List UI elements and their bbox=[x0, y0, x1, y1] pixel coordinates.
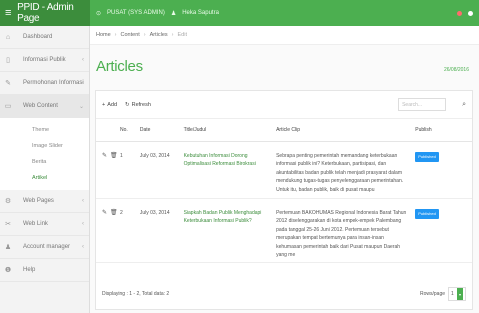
file-icon: ▯ bbox=[6, 57, 10, 64]
edit-icon[interactable]: ✎ bbox=[102, 209, 107, 218]
sidebar-item-label: Account manager bbox=[23, 244, 71, 250]
cell-no: 2 bbox=[119, 198, 140, 263]
web-content-submenu: Theme Image Slider Berita Artikel bbox=[0, 118, 89, 190]
sidebar-item-label: Help bbox=[23, 267, 36, 273]
sidebar-item-permohonan[interactable]: ✎ Permohonan Informasi ‹ bbox=[0, 72, 89, 95]
delete-icon[interactable]: 🗑 bbox=[110, 152, 118, 161]
pagination-info: Displaying : 1 - 2, Total data: 2 bbox=[102, 291, 170, 297]
breadcrumb: Home › Content › Articles › Edit bbox=[90, 26, 479, 45]
toolbar: + Add ↻ Refresh Search... ⌕ bbox=[96, 91, 472, 119]
top-actions bbox=[457, 10, 473, 16]
org-label[interactable]: PUSAT (SYS ADMIN) bbox=[107, 10, 165, 16]
chevron-left-icon: ‹ bbox=[82, 57, 84, 63]
hamburger-menu-icon[interactable]: ≡ bbox=[5, 7, 11, 19]
cell-date: July 03, 2014 bbox=[139, 141, 184, 199]
cell-date: July 03, 2014 bbox=[139, 198, 184, 263]
col-publish[interactable]: Publish bbox=[415, 119, 472, 142]
col-no[interactable]: No. bbox=[119, 119, 140, 142]
top-bar: ≡ PPID - Admin Page ⊙ PUSAT (SYS ADMIN) … bbox=[0, 0, 479, 26]
row-actions: ✎ 🗑 bbox=[96, 209, 120, 218]
table-row: ✎ 🗑 2 July 03, 2014 Siapkah Badan Publik … bbox=[96, 198, 472, 263]
table-footer: Displaying : 1 - 2, Total data: 2 Rows/p… bbox=[96, 279, 472, 309]
chevron-left-icon: ‹ bbox=[82, 80, 84, 86]
sidebar-item-label: Web Link bbox=[23, 221, 48, 227]
plus-icon: + bbox=[102, 101, 106, 108]
articles-table: No. Date Title/Judul Article Clip Publis… bbox=[96, 119, 472, 263]
refresh-button[interactable]: ↻ Refresh bbox=[125, 102, 151, 108]
settings-icon[interactable] bbox=[468, 10, 473, 16]
table-header-row: No. Date Title/Judul Article Clip Publis… bbox=[96, 119, 472, 142]
notification-icon[interactable] bbox=[457, 10, 462, 16]
rows-per-page-select[interactable]: 1 ▾ bbox=[448, 287, 466, 301]
sidebar-item-label: Informasi Publik bbox=[23, 57, 66, 63]
info-icon: ❶ bbox=[4, 267, 12, 274]
cell-clip: Sebrapa penting pemerintah memandang ket… bbox=[276, 141, 416, 199]
status-badge[interactable]: Published bbox=[415, 208, 439, 219]
sidebar: ⌂ Dashboard ▯ Informasi Publik ‹ ✎ Permo… bbox=[0, 26, 90, 313]
sidebar-item-help[interactable]: ❶ Help bbox=[0, 259, 89, 282]
sidebar-item-label: Dashboard bbox=[23, 34, 53, 40]
brand: ≡ PPID - Admin Page bbox=[0, 0, 90, 26]
chevron-left-icon: ‹ bbox=[82, 244, 84, 250]
sidebar-item-label: Permohonan Informasi bbox=[23, 80, 84, 86]
page-title: Articles bbox=[96, 57, 143, 75]
breadcrumb-home[interactable]: Home bbox=[96, 32, 111, 38]
main-content: Home › Content › Articles › Edit Article… bbox=[90, 26, 479, 313]
status-badge[interactable]: Published bbox=[415, 151, 439, 162]
chevron-left-icon: ‹ bbox=[82, 198, 84, 204]
edit-icon[interactable]: ✎ bbox=[102, 152, 107, 161]
sidebar-item-web-content[interactable]: ▭ Web Content ⌄ bbox=[0, 95, 89, 118]
col-date[interactable]: Date bbox=[139, 119, 184, 142]
sidebar-item-label: Web Content bbox=[23, 103, 58, 109]
row-actions: ✎ 🗑 bbox=[96, 152, 120, 161]
top-nav: ⊙ PUSAT (SYS ADMIN) ♟ Heka Saputra bbox=[90, 0, 479, 26]
rows-per-page-label: Rows/page bbox=[419, 291, 445, 297]
chevron-down-icon: ⌄ bbox=[78, 103, 84, 110]
user-icon: ♟ bbox=[4, 244, 12, 251]
refresh-icon: ↻ bbox=[125, 101, 130, 108]
page-header: Articles 26/08/2016 bbox=[90, 45, 479, 87]
add-button[interactable]: + Add bbox=[102, 102, 117, 108]
sidebar-item-account-manager[interactable]: ♟ Account manager ‹ bbox=[0, 236, 89, 259]
breadcrumb-articles[interactable]: Articles bbox=[150, 32, 168, 38]
cell-title[interactable]: Siapkah Badan Publik Menghadapi Keterbuk… bbox=[183, 198, 277, 263]
col-clip[interactable]: Article Clip bbox=[276, 119, 416, 142]
submenu-item-image-slider[interactable]: Image Slider bbox=[0, 138, 89, 154]
delete-icon[interactable]: 🗑 bbox=[110, 209, 118, 218]
sidebar-item-web-link[interactable]: ✂ Web Link ‹ bbox=[0, 213, 89, 236]
col-title[interactable]: Title/Judul bbox=[183, 119, 277, 142]
search-input[interactable]: Search... bbox=[398, 98, 447, 111]
articles-panel: + Add ↻ Refresh Search... ⌕ No. Date Tit… bbox=[95, 90, 473, 310]
cell-title[interactable]: Kebutuhan Informasi Dorong Optimalisasi … bbox=[183, 141, 277, 199]
table-row: ✎ 🗑 1 July 03, 2014 Kebutuhan Informasi D… bbox=[96, 141, 472, 199]
page-date: 26/08/2016 bbox=[443, 67, 469, 73]
sidebar-item-label: Web Pages bbox=[23, 198, 54, 204]
rows-per-page: Rows/page 1 ▾ bbox=[420, 287, 466, 301]
building-icon: ⊙ bbox=[96, 10, 102, 17]
gear-icon: ⚙ bbox=[4, 198, 12, 205]
user-icon: ♟ bbox=[170, 10, 177, 17]
breadcrumb-edit: Edit bbox=[177, 32, 187, 38]
home-icon: ⌂ bbox=[5, 33, 11, 41]
user-name[interactable]: Heka Saputra bbox=[182, 10, 219, 16]
sidebar-item-web-pages[interactable]: ⚙ Web Pages ‹ bbox=[0, 190, 89, 213]
chevron-left-icon: ‹ bbox=[82, 221, 84, 227]
document-icon: ▭ bbox=[4, 103, 12, 110]
chevron-down-icon: ▾ bbox=[457, 288, 463, 300]
search-icon[interactable]: ⌕ bbox=[462, 101, 466, 109]
app-title: PPID - Admin Page bbox=[17, 2, 74, 24]
submenu-item-artikel[interactable]: Artikel bbox=[0, 170, 89, 186]
sidebar-item-dashboard[interactable]: ⌂ Dashboard bbox=[0, 26, 89, 49]
cell-no: 1 bbox=[119, 141, 140, 199]
edit-icon: ✎ bbox=[5, 80, 11, 87]
sidebar-item-informasi-publik[interactable]: ▯ Informasi Publik ‹ bbox=[0, 49, 89, 72]
cell-clip: Pertemuan BAKOHUMAS Regional Indonesia B… bbox=[276, 198, 416, 263]
breadcrumb-content[interactable]: Content bbox=[121, 32, 140, 38]
link-icon: ✂ bbox=[5, 221, 11, 228]
submenu-item-berita[interactable]: Berita bbox=[0, 154, 89, 170]
submenu-item-theme[interactable]: Theme bbox=[0, 122, 89, 138]
